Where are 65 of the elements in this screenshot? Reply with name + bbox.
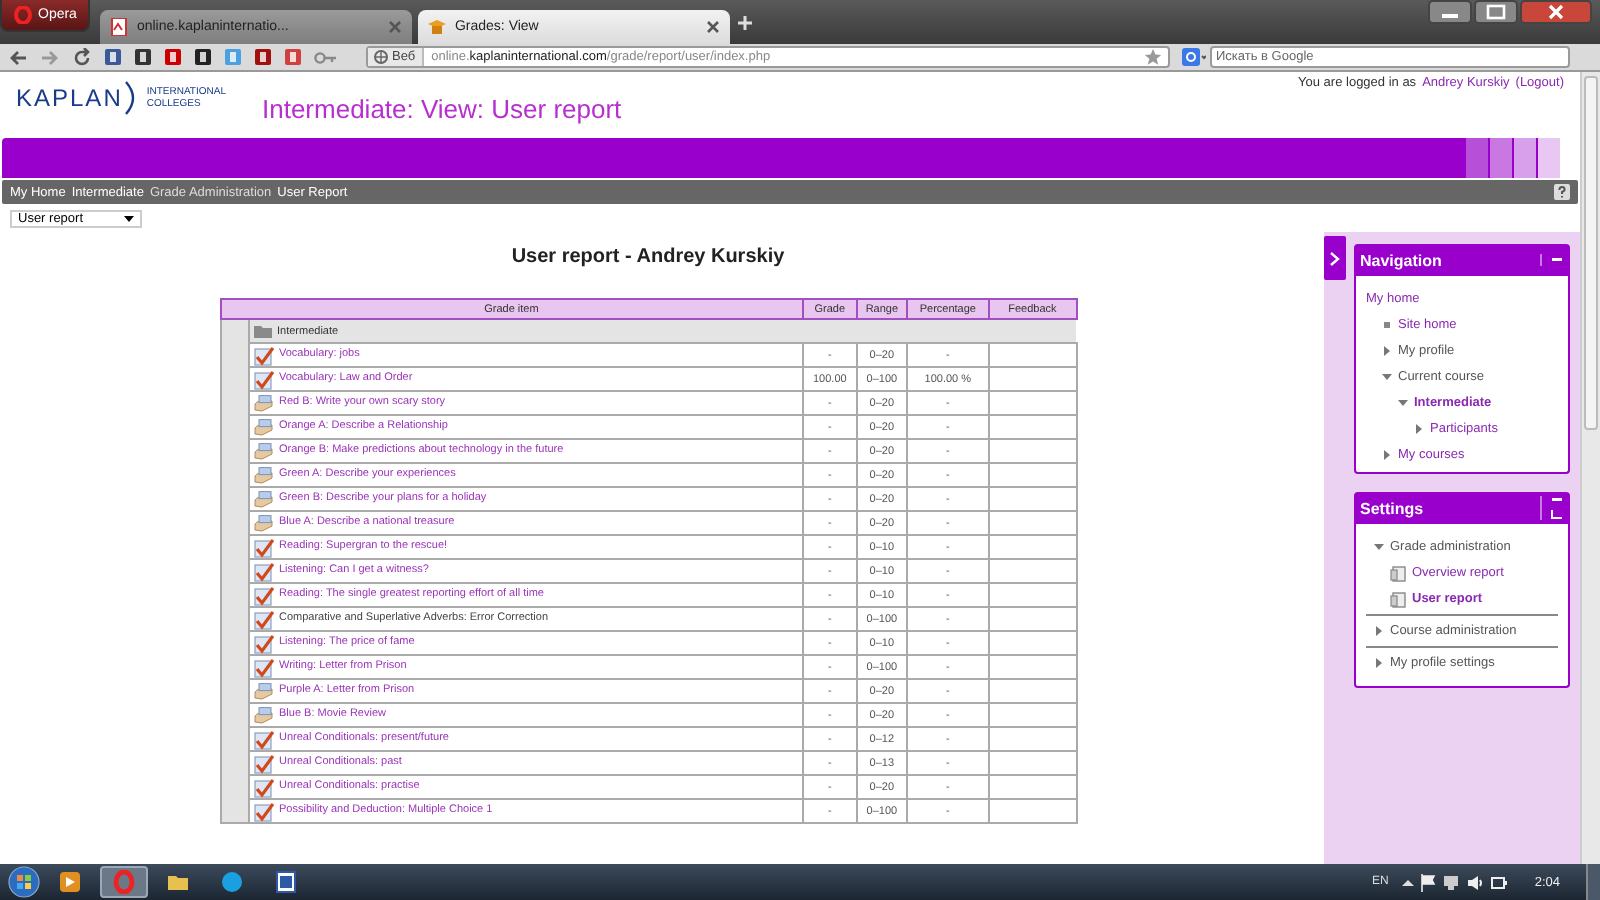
bullet-icon (1382, 320, 1392, 330)
phone-app-icon (220, 870, 244, 894)
checkmark-icon (253, 561, 273, 581)
chevron-icon (1330, 251, 1340, 265)
triangle-icon[interactable] (1374, 542, 1384, 552)
tray-arrow-icon[interactable] (1402, 877, 1415, 887)
block-title: Navigation (1360, 251, 1442, 269)
hand-icon (253, 441, 273, 461)
hand-icon (253, 465, 273, 485)
key-icon[interactable] (314, 49, 338, 65)
battery-icon[interactable] (1490, 873, 1509, 891)
checkmark-icon (253, 729, 273, 749)
triangle-icon[interactable] (1382, 450, 1392, 460)
close-icon[interactable] (706, 20, 721, 34)
report-heading: User report - Andrey Kurskiy (511, 246, 785, 268)
checkmark-icon (253, 585, 273, 605)
start-button-icon[interactable] (8, 866, 40, 898)
minimize-icon[interactable] (1428, 0, 1472, 24)
report-icon (1390, 591, 1406, 607)
triangle-icon[interactable] (1374, 658, 1384, 668)
page-title: Intermediate: View: User report (262, 94, 622, 124)
player-icon (58, 870, 82, 894)
checkmark-icon (253, 537, 273, 557)
back-icon[interactable] (8, 47, 28, 67)
block-title: Settings (1360, 499, 1424, 517)
checkmark-icon (253, 801, 273, 821)
logo-icon (14, 6, 32, 24)
triangle-icon[interactable] (1374, 626, 1384, 636)
report-icon (1390, 565, 1406, 581)
checkmark-icon (253, 753, 273, 773)
star-icon[interactable] (1144, 48, 1162, 66)
triangle-icon[interactable] (1398, 398, 1408, 408)
triangle-icon[interactable] (1382, 372, 1392, 382)
dropdown-icon (124, 215, 134, 221)
triangle-icon[interactable] (1382, 346, 1392, 356)
checkmark-icon (253, 657, 273, 677)
checkmark-icon (253, 777, 273, 797)
pdf-icon (110, 18, 129, 36)
opera-icon (112, 870, 136, 894)
hand-icon (253, 705, 273, 725)
close-icon[interactable] (1520, 0, 1592, 24)
help-icon[interactable] (1554, 184, 1570, 200)
hand-icon (253, 489, 273, 509)
folder-icon (166, 870, 190, 894)
checkmark-icon (253, 609, 273, 629)
folder-icon (253, 324, 271, 338)
globe-icon (374, 50, 388, 64)
google-icon (1182, 48, 1206, 66)
triangle-icon[interactable] (1414, 424, 1424, 434)
hand-icon (253, 513, 273, 533)
hand-icon (253, 417, 273, 437)
scrollbar[interactable] (1580, 72, 1600, 864)
plus-icon[interactable] (736, 13, 755, 31)
checkmark-icon (253, 633, 273, 653)
hand-icon (253, 393, 273, 413)
document-app-icon (274, 870, 298, 894)
flag-icon[interactable] (1420, 873, 1437, 891)
dock-button[interactable] (1324, 236, 1346, 280)
reload-icon[interactable] (72, 47, 92, 67)
checkmark-icon (253, 369, 273, 389)
speaker-icon[interactable] (1466, 873, 1485, 891)
maximize-icon[interactable] (1474, 0, 1518, 24)
checkmark-icon (253, 345, 273, 365)
hand-icon (253, 681, 273, 701)
network-icon[interactable] (1442, 873, 1461, 891)
